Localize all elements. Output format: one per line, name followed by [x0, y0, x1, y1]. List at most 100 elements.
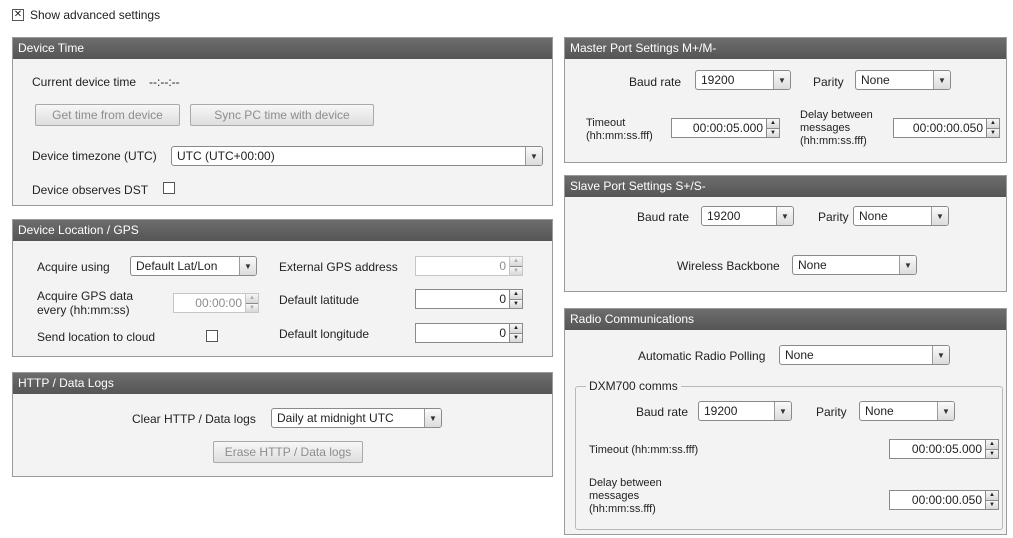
spin-down-icon[interactable]: ▼	[767, 127, 779, 137]
show-advanced-checkbox[interactable]: ✕	[12, 9, 24, 21]
slave-parity-label: Parity	[818, 210, 849, 224]
external-gps-spinner[interactable]: 0 ▲ ▼	[415, 256, 523, 276]
slave-baud-select[interactable]: 19200 ▼	[701, 206, 794, 226]
master-timeout-spinner[interactable]: 00:00:05.000 ▲ ▼	[671, 118, 780, 138]
wireless-backbone-label: Wireless Backbone	[677, 259, 780, 273]
http-logs-panel: HTTP / Data Logs Clear HTTP / Data logs …	[12, 372, 553, 477]
spin-up-icon[interactable]: ▲	[986, 440, 998, 449]
erase-logs-button-label: Erase HTTP / Data logs	[224, 445, 352, 459]
device-location-header: Device Location / GPS	[13, 220, 552, 241]
slave-baud-value: 19200	[707, 209, 741, 223]
chevron-down-icon[interactable]: ▼	[931, 207, 948, 225]
clear-logs-select[interactable]: Daily at midnight UTC ▼	[271, 408, 442, 428]
spin-up-icon[interactable]: ▲	[510, 290, 522, 299]
device-time-panel: Device Time Current device time --:--:--…	[12, 37, 553, 206]
dxm-timeout-label: Timeout (hh:mm:ss.fff)	[589, 444, 699, 456]
radio-comms-header: Radio Communications	[565, 309, 1006, 330]
master-delay-label-line1: Delay between	[800, 109, 873, 121]
spin-down-icon[interactable]: ▼	[510, 265, 522, 275]
device-time-header: Device Time	[13, 38, 552, 59]
master-delay-stepper[interactable]: ▲ ▼	[986, 119, 999, 137]
default-latitude-value: 0	[499, 292, 506, 306]
master-delay-value: 00:00:00.050	[912, 121, 983, 135]
master-timeout-stepper[interactable]: ▲ ▼	[766, 119, 779, 137]
master-timeout-label-line1: Timeout	[586, 117, 626, 129]
chevron-down-icon[interactable]: ▼	[525, 147, 542, 165]
chevron-down-icon[interactable]: ▼	[239, 257, 256, 275]
chevron-down-icon[interactable]: ▼	[776, 207, 793, 225]
dxm-delay-spinner[interactable]: 00:00:00.050 ▲ ▼	[889, 490, 999, 510]
default-latitude-label: Default latitude	[279, 293, 360, 307]
master-timeout-label-line2: (hh:mm:ss.fff)	[586, 130, 653, 142]
spin-down-icon[interactable]: ▼	[986, 448, 998, 458]
master-port-panel: Master Port Settings M+/M- Baud rate 192…	[564, 37, 1007, 163]
clear-logs-value: Daily at midnight UTC	[277, 411, 394, 425]
show-advanced-settings[interactable]: ✕ Show advanced settings	[12, 8, 160, 22]
send-location-cloud-checkbox[interactable]	[206, 330, 218, 342]
slave-parity-select[interactable]: None ▼	[853, 206, 949, 226]
chevron-down-icon[interactable]: ▼	[932, 346, 949, 364]
master-delay-label-line3: (hh:mm:ss.fff)	[800, 135, 867, 147]
radio-polling-select[interactable]: None ▼	[779, 345, 950, 365]
sync-time-button[interactable]: Sync PC time with device	[190, 104, 374, 126]
chevron-down-icon[interactable]: ▼	[773, 71, 790, 89]
master-delay-spinner[interactable]: 00:00:00.050 ▲ ▼	[893, 118, 1000, 138]
dxm-baud-select[interactable]: 19200 ▼	[698, 401, 792, 421]
master-parity-value: None	[861, 73, 890, 87]
dst-label: Device observes DST	[32, 183, 149, 197]
timezone-select[interactable]: UTC (UTC+00:00) ▼	[171, 146, 543, 166]
spin-down-icon[interactable]: ▼	[986, 499, 998, 509]
radio-polling-label: Automatic Radio Polling	[638, 349, 766, 363]
default-longitude-spinner[interactable]: 0 ▲ ▼	[415, 323, 523, 343]
spin-up-icon[interactable]: ▲	[510, 324, 522, 333]
spin-down-icon[interactable]: ▼	[510, 298, 522, 308]
dxm-parity-label: Parity	[816, 405, 847, 419]
wireless-backbone-value: None	[798, 258, 827, 272]
dxm-timeout-value: 00:00:05.000	[911, 442, 982, 456]
default-latitude-spinner[interactable]: 0 ▲ ▼	[415, 289, 523, 309]
gps-interval-value: 00:00:00	[195, 296, 242, 310]
spin-down-icon[interactable]: ▼	[510, 332, 522, 342]
dxm-timeout-stepper[interactable]: ▲ ▼	[985, 440, 998, 458]
master-port-header: Master Port Settings M+/M-	[565, 38, 1006, 59]
spin-down-icon[interactable]: ▼	[246, 302, 258, 312]
chevron-down-icon[interactable]: ▼	[424, 409, 441, 427]
slave-port-panel: Slave Port Settings S+/S- Baud rate 1920…	[564, 175, 1007, 292]
master-parity-select[interactable]: None ▼	[855, 70, 951, 90]
dxm-delay-stepper[interactable]: ▲ ▼	[985, 491, 998, 509]
chevron-down-icon[interactable]: ▼	[899, 256, 916, 274]
dst-checkbox[interactable]	[163, 182, 175, 194]
external-gps-label: External GPS address	[279, 260, 398, 274]
wireless-backbone-select[interactable]: None ▼	[792, 255, 917, 275]
clear-logs-label: Clear HTTP / Data logs	[132, 412, 256, 426]
default-longitude-label: Default longitude	[279, 327, 370, 341]
acquire-using-select[interactable]: Default Lat/Lon ▼	[130, 256, 257, 276]
spin-up-icon[interactable]: ▲	[987, 119, 999, 128]
get-time-button[interactable]: Get time from device	[35, 104, 180, 126]
dxm-delay-label-line2: messages	[589, 490, 640, 502]
chevron-down-icon[interactable]: ▼	[774, 402, 791, 420]
acquire-using-value: Default Lat/Lon	[136, 259, 218, 273]
default-longitude-stepper[interactable]: ▲ ▼	[509, 324, 522, 342]
erase-logs-button[interactable]: Erase HTTP / Data logs	[213, 441, 363, 463]
gps-interval-spinner[interactable]: 00:00:00 ▲ ▼	[173, 293, 259, 313]
slave-baud-label: Baud rate	[637, 210, 690, 224]
default-longitude-value: 0	[499, 326, 506, 340]
dxm-parity-select[interactable]: None ▼	[859, 401, 955, 421]
timezone-label: Device timezone (UTC)	[32, 149, 157, 163]
spin-up-icon[interactable]: ▲	[986, 491, 998, 500]
spin-up-icon[interactable]: ▲	[246, 294, 258, 303]
master-baud-select[interactable]: 19200 ▼	[695, 70, 791, 90]
spin-down-icon[interactable]: ▼	[987, 127, 999, 137]
dxm-timeout-spinner[interactable]: 00:00:05.000 ▲ ▼	[889, 439, 999, 459]
dxm-delay-label-line1: Delay between	[589, 477, 662, 489]
default-latitude-stepper[interactable]: ▲ ▼	[509, 290, 522, 308]
spin-up-icon[interactable]: ▲	[767, 119, 779, 128]
gps-interval-stepper[interactable]: ▲ ▼	[245, 294, 258, 312]
external-gps-stepper[interactable]: ▲ ▼	[509, 257, 522, 275]
chevron-down-icon[interactable]: ▼	[933, 71, 950, 89]
gps-interval-label-line2: every (hh:mm:ss)	[37, 303, 130, 317]
send-location-cloud-label: Send location to cloud	[37, 330, 156, 344]
chevron-down-icon[interactable]: ▼	[937, 402, 954, 420]
spin-up-icon[interactable]: ▲	[510, 257, 522, 266]
